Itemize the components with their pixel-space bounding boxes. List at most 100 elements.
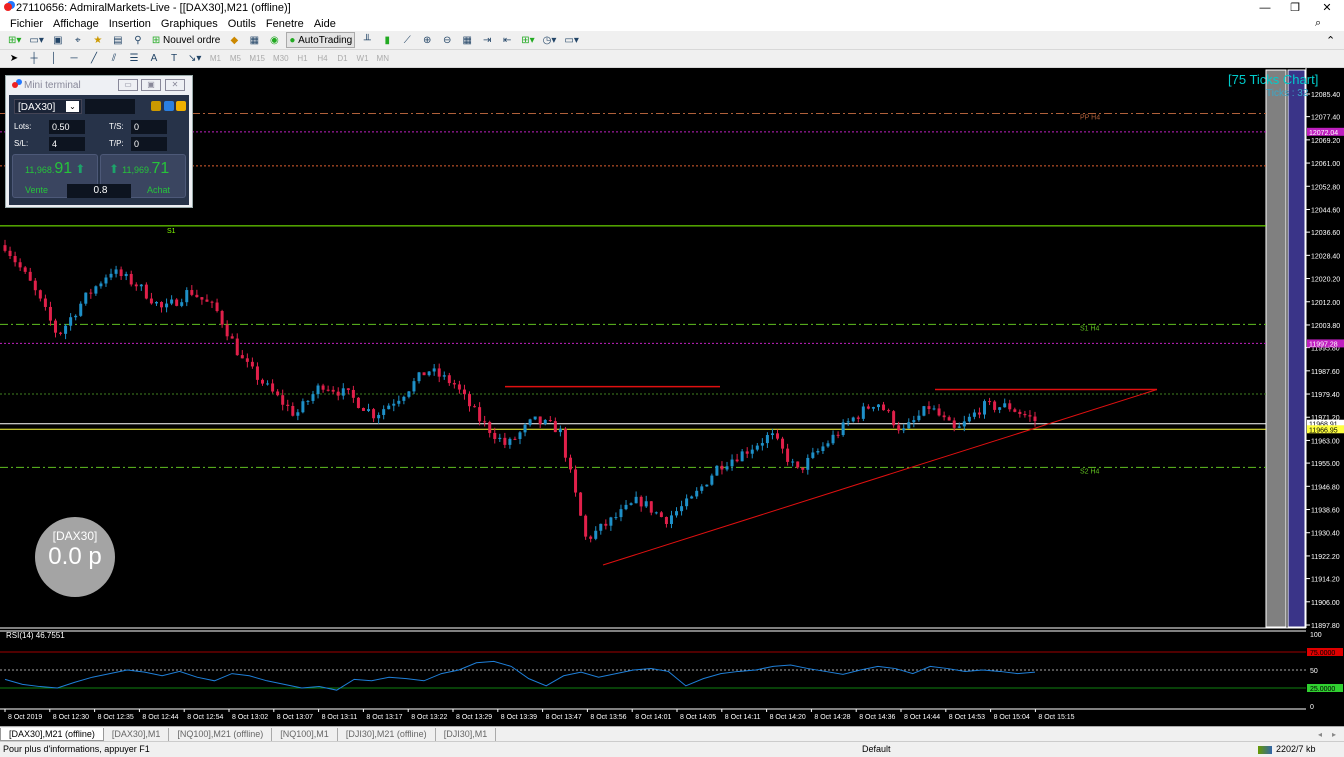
tab-nq100-m1[interactable]: [NQ100],M1: [272, 727, 338, 741]
menu-aide[interactable]: Aide: [314, 18, 336, 30]
profiles-icon[interactable]: ▭▾: [27, 32, 45, 48]
restore-button[interactable]: ❐: [1280, 0, 1310, 16]
settings-icon[interactable]: [164, 101, 174, 111]
menu-affichage[interactable]: Affichage: [53, 18, 99, 30]
tf-w1[interactable]: W1: [355, 51, 371, 67]
mini-terminal[interactable]: Mini terminal ▭ ▣ ✕ [DAX30] ⌄ Lots: 0.50 …: [5, 75, 193, 208]
menu-graphiques[interactable]: Graphiques: [161, 18, 218, 30]
crosshair-icon[interactable]: ⌖: [70, 32, 86, 48]
tab-dax30-m1[interactable]: [DAX30],M1: [104, 727, 170, 741]
candle-body: [205, 299, 209, 302]
zoom-in-icon[interactable]: ⊕: [419, 32, 435, 48]
vertical-line-icon[interactable]: │: [46, 51, 62, 67]
menu-outils[interactable]: Outils: [228, 18, 256, 30]
candle-body: [998, 407, 1002, 410]
expand-icon[interactable]: [176, 101, 186, 111]
tile-windows-icon[interactable]: ▦: [459, 32, 475, 48]
candle-body: [553, 421, 557, 433]
candle-body: [690, 496, 694, 499]
tf-h1[interactable]: H1: [295, 51, 311, 67]
candle-body: [316, 385, 320, 395]
crosshair-tool-icon[interactable]: ┼: [26, 51, 42, 67]
candle-body: [331, 389, 335, 392]
tp-input[interactable]: 0: [131, 137, 167, 151]
sl-input[interactable]: 4: [49, 137, 85, 151]
arrows-icon[interactable]: ↘▾: [186, 51, 203, 67]
sell-price-small: 11,968.: [25, 165, 55, 175]
candle-body: [498, 437, 502, 439]
y-tick-label: 12020.20: [1311, 277, 1340, 284]
lots-input[interactable]: 0.50: [49, 120, 85, 134]
cursor-icon[interactable]: ➤: [6, 51, 22, 67]
arrow-up-icon: ⬆: [109, 162, 120, 176]
autoscroll-icon[interactable]: ⇥: [479, 32, 495, 48]
line-chart-icon[interactable]: ⟋: [399, 32, 415, 48]
text-icon[interactable]: A: [146, 51, 162, 67]
tab-dji30-m21[interactable]: [DJI30],M21 (offline): [338, 727, 436, 741]
chart-window[interactable]: 12085.40 12077.40 12069.20 12061.00 12052.80…: [0, 68, 1344, 726]
tab-scroll-right-icon[interactable]: ▸: [1332, 730, 1336, 739]
tf-m15[interactable]: M15: [247, 51, 267, 67]
chart-shift-icon[interactable]: ⇤: [499, 32, 515, 48]
ts-input[interactable]: 0: [131, 120, 167, 134]
signals-icon[interactable]: ▦: [246, 32, 262, 48]
y-tick-label: 11955.00: [1311, 461, 1340, 468]
mini-close-button[interactable]: ✕: [165, 79, 185, 91]
new-order-button[interactable]: ⊞ Nouvel ordre: [150, 32, 222, 48]
terminal-icon[interactable]: ▤: [110, 32, 126, 48]
metaeditor-icon[interactable]: ◆: [226, 32, 242, 48]
tester-icon[interactable]: ⚲: [130, 32, 146, 48]
channel-icon[interactable]: ⫽: [106, 51, 122, 67]
mini-maximize-button[interactable]: ▣: [141, 79, 161, 91]
tf-m1[interactable]: M1: [207, 51, 223, 67]
tf-m30[interactable]: M30: [271, 51, 291, 67]
candlestick-icon[interactable]: ▮: [379, 32, 395, 48]
periods-icon[interactable]: ◷▾: [541, 32, 559, 48]
chart-canvas[interactable]: 12085.40 12077.40 12069.20 12061.00 12052.80…: [0, 68, 1344, 726]
text-label-icon[interactable]: T: [166, 51, 182, 67]
trendline-icon[interactable]: ╱: [86, 51, 102, 67]
tab-dji30-m1[interactable]: [DJI30],M1: [436, 727, 497, 741]
tf-mn[interactable]: MN: [375, 51, 391, 67]
horizontal-line-icon[interactable]: ─: [66, 51, 82, 67]
candle-body: [412, 381, 416, 392]
candle-body: [139, 284, 143, 287]
symbol-select[interactable]: [DAX30] ⌄: [14, 99, 82, 114]
candle-body: [402, 396, 406, 401]
x-tick-label: 8 Oct 14:05: [680, 714, 716, 721]
new-chart-icon[interactable]: ⊞▾: [6, 32, 23, 48]
candle-body: [43, 298, 47, 307]
fibonacci-icon[interactable]: ☰: [126, 51, 142, 67]
bar-chart-icon[interactable]: ╨: [359, 32, 375, 48]
close-button[interactable]: ✕: [1312, 0, 1342, 16]
autotrading-button[interactable]: ● AutoTrading: [286, 32, 356, 48]
autotrading-label: AutoTrading: [298, 34, 353, 46]
navigator-icon[interactable]: ★: [90, 32, 106, 48]
menu-fichier[interactable]: Fichier: [10, 18, 43, 30]
menu-insertion[interactable]: Insertion: [109, 18, 151, 30]
candle-body: [634, 496, 638, 504]
indicators-icon[interactable]: ⊞▾: [519, 32, 536, 48]
tab-nq100-m21[interactable]: [NQ100],M21 (offline): [169, 727, 273, 741]
candle-body: [33, 280, 37, 291]
market-watch-icon[interactable]: ▣: [50, 32, 66, 48]
tf-m5[interactable]: M5: [227, 51, 243, 67]
chevron-down-icon[interactable]: ⌄: [66, 101, 79, 112]
tf-d1[interactable]: D1: [335, 51, 351, 67]
minimize-button[interactable]: —: [1250, 0, 1280, 16]
broadcast-icon[interactable]: ◉: [266, 32, 282, 48]
templates-icon[interactable]: ▭▾: [562, 32, 580, 48]
tab-dax30-m21[interactable]: [DAX30],M21 (offline): [0, 727, 104, 741]
zoom-out-icon[interactable]: ⊖: [439, 32, 455, 48]
tab-scroll-left-icon[interactable]: ◂: [1318, 730, 1322, 739]
candle-body: [1013, 409, 1017, 412]
tf-h4[interactable]: H4: [315, 51, 331, 67]
candle-body: [215, 302, 219, 312]
copy-icon[interactable]: [151, 101, 161, 111]
x-tick-label: 8 Oct 14:11: [725, 714, 761, 721]
collapse-icon[interactable]: ⌃: [1326, 34, 1335, 47]
search-icon[interactable]: ⌕: [1315, 17, 1321, 30]
menu-fenetre[interactable]: Fenetre: [266, 18, 304, 30]
buy-label: Achat: [147, 185, 171, 195]
mini-minimize-button[interactable]: ▭: [118, 79, 138, 91]
